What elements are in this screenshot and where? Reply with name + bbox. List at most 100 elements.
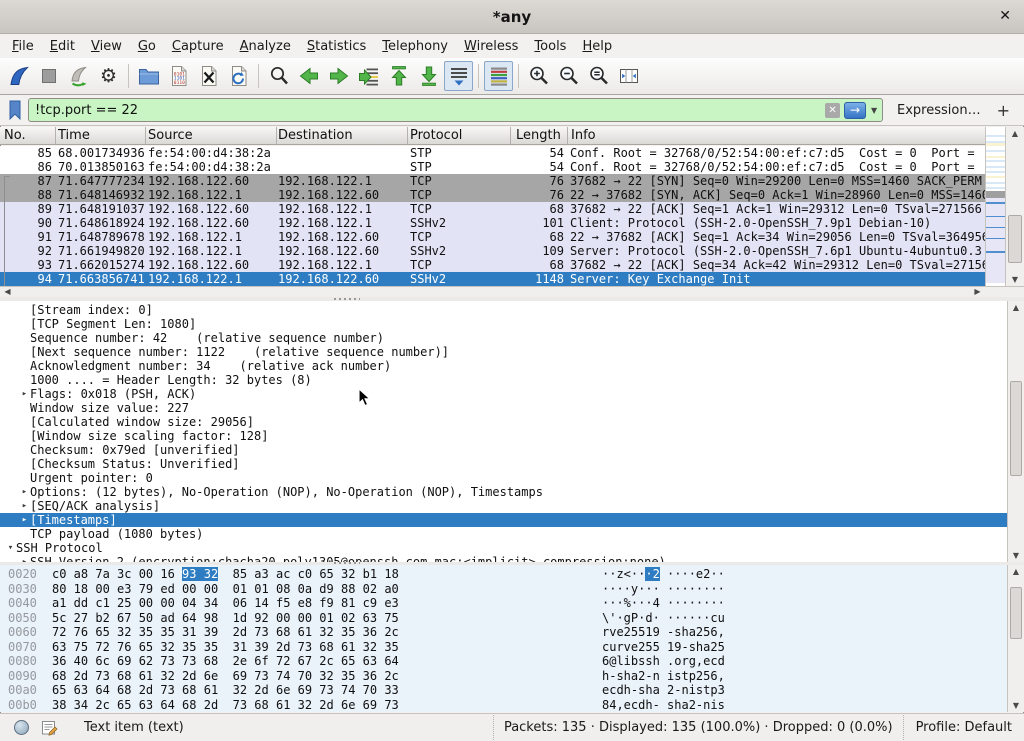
hex-bytes[interactable]: 36 40 6c 69 62 73 73 68 2e 6f 72 67 2c 6…	[52, 654, 399, 669]
menu-analyze[interactable]: Analyze	[232, 36, 299, 57]
hex-bytes[interactable]: 38 34 2c 65 63 64 68 2d 73 68 61 32 2d 6…	[52, 698, 399, 713]
add-filter-button[interactable]: +	[995, 101, 1018, 120]
title-bar[interactable]: *any ✕	[0, 0, 1024, 34]
detail-line[interactable]: ▸[Timestamps]	[0, 513, 1007, 527]
hex-ascii[interactable]: ecdh-sha 2-nistp3	[602, 683, 725, 698]
detail-line[interactable]: [TCP Segment Len: 1080]	[0, 317, 1007, 331]
go-to-packet-button[interactable]	[354, 61, 383, 91]
menu-file[interactable]: File	[4, 36, 42, 57]
capture-comment-icon[interactable]	[41, 719, 58, 736]
capture-restart-button[interactable]	[64, 61, 93, 91]
column-header-source[interactable]: Source	[148, 128, 193, 143]
hex-row-0030[interactable]: 003080 18 00 e3 79 ed 00 00 01 01 08 0a …	[0, 582, 1007, 597]
scroll-up-arrow[interactable]: ▲	[1008, 301, 1024, 314]
collapsed-triangle-icon[interactable]: ▸	[19, 499, 30, 513]
hex-row-0080[interactable]: 008036 40 6c 69 62 73 73 68 2e 6f 72 67 …	[0, 654, 1007, 669]
expert-info-icon[interactable]	[14, 720, 29, 735]
hex-ascii[interactable]: rve25519 -sha256,	[602, 625, 725, 640]
zoom-out-button[interactable]	[554, 61, 583, 91]
hex-bytes[interactable]: 5c 27 b2 67 50 ad 64 98 1d 92 00 00 01 0…	[52, 611, 399, 626]
hex-bytes[interactable]: 68 2d 73 68 61 32 2d 6e 69 73 74 70 32 3…	[52, 669, 399, 684]
scroll-down-arrow[interactable]: ▼	[1006, 273, 1024, 286]
hex-ascii[interactable]: 84,ecdh- sha2-nis	[602, 698, 725, 713]
file-open-button[interactable]	[134, 61, 163, 91]
display-filter-input[interactable]	[29, 103, 825, 118]
collapsed-triangle-icon[interactable]: ▸	[19, 513, 30, 527]
detail-line[interactable]: Urgent pointer: 0	[0, 471, 1007, 485]
scroll-down-arrow[interactable]: ▼	[1008, 549, 1024, 562]
packet-row-92[interactable]: 9271.661949820192.168.122.1192.168.122.6…	[0, 244, 985, 258]
detail-line[interactable]: Sequence number: 42 (relative sequence n…	[0, 331, 1007, 345]
hex-row-0060[interactable]: 006072 76 65 32 35 35 31 39 2d 73 68 61 …	[0, 625, 1007, 640]
scroll-left-arrow[interactable]: ◀	[1, 287, 14, 297]
hex-row-00a0[interactable]: 00a065 63 64 68 2d 73 68 61 32 2d 6e 69 …	[0, 683, 1007, 698]
hex-bytes[interactable]: a1 dd c1 25 00 00 04 34 06 14 f5 e8 f9 8…	[52, 596, 399, 611]
collapsed-triangle-icon[interactable]: ▸	[19, 555, 30, 562]
detail-line[interactable]: ▸[SEQ/ACK analysis]	[0, 499, 1007, 513]
hex-ascii[interactable]: h-sha2-n istp256,	[602, 669, 725, 684]
detail-line[interactable]: ▸Options: (12 bytes), No-Operation (NOP)…	[0, 485, 1007, 499]
packet-row-87[interactable]: 8771.647777234192.168.122.60192.168.122.…	[0, 174, 985, 188]
packet-row-89[interactable]: 8971.648191037192.168.122.60192.168.122.…	[0, 202, 985, 216]
hex-row-0070[interactable]: 007063 75 72 76 65 32 35 35 31 39 2d 73 …	[0, 640, 1007, 655]
detail-line[interactable]: TCP payload (1080 bytes)	[0, 527, 1007, 541]
hex-ascii[interactable]: ··z<···2 ····e2··	[602, 567, 725, 582]
column-header-time[interactable]: Time	[58, 128, 90, 143]
detail-line[interactable]: Window size value: 227	[0, 401, 1007, 415]
hex-row-0020[interactable]: 0020c0 a8 7a 3c 00 16 93 32 85 a3 ac c0 …	[0, 567, 1007, 582]
close-window-button[interactable]: ✕	[999, 8, 1011, 24]
menu-view[interactable]: View	[83, 36, 130, 57]
detail-line[interactable]: ▸SSH Version 2 (encryption:chacha20-poly…	[0, 555, 1007, 562]
find-packet-button[interactable]	[264, 61, 293, 91]
column-separator[interactable]	[55, 127, 56, 145]
column-separator[interactable]	[407, 127, 408, 145]
column-header-no[interactable]: No.	[4, 128, 26, 143]
detail-line[interactable]: Acknowledgment number: 34 (relative ack …	[0, 359, 1007, 373]
column-header-info[interactable]: Info	[571, 128, 596, 143]
packet-row-90[interactable]: 9071.648618924192.168.122.60192.168.122.…	[0, 216, 985, 230]
hex-bytes[interactable]: 72 76 65 32 35 35 31 39 2d 73 68 61 32 3…	[52, 625, 399, 640]
go-back-button[interactable]	[294, 61, 323, 91]
scrollbar-thumb[interactable]	[1010, 587, 1022, 639]
detail-line[interactable]: [Calculated window size: 29056]	[0, 415, 1007, 429]
detail-line[interactable]: [Checksum Status: Unverified]	[0, 457, 1007, 471]
hex-ascii[interactable]: ···%···4 ········	[602, 596, 725, 611]
menu-tools[interactable]: Tools	[526, 36, 574, 57]
detail-line[interactable]: ▸Flags: 0x018 (PSH, ACK)	[0, 387, 1007, 401]
hex-ascii[interactable]: 6@libssh .org,ecd	[602, 654, 725, 669]
filter-clear-button[interactable]: ✕	[825, 103, 840, 118]
packet-row-93[interactable]: 9371.662015274192.168.122.60192.168.122.…	[0, 258, 985, 272]
column-separator[interactable]	[510, 127, 511, 145]
capture-stop-button[interactable]	[34, 61, 63, 91]
filter-dropdown-caret[interactable]: ▼	[866, 106, 882, 115]
scroll-up-arrow[interactable]: ▲	[1008, 565, 1024, 578]
scroll-up-arrow[interactable]: ▲	[1006, 127, 1024, 140]
packet-row-85[interactable]: 8568.001734936fe:54:00:d4:38:2aSTP54Conf…	[0, 146, 985, 160]
zoom-reset-button[interactable]	[584, 61, 613, 91]
hex-bytes[interactable]: 65 63 64 68 2d 73 68 61 32 2d 6e 69 73 7…	[52, 683, 399, 698]
detail-line[interactable]: [Next sequence number: 1122 (relative se…	[0, 345, 1007, 359]
menu-go[interactable]: Go	[130, 36, 164, 57]
expression-button[interactable]: Expression…	[887, 103, 991, 118]
bytes-vscrollbar[interactable]: ▲ ▼	[1007, 565, 1024, 712]
detail-line[interactable]: [Stream index: 0]	[0, 303, 1007, 317]
packet-row-86[interactable]: 8670.013850163fe:54:00:d4:38:2aSTP54Conf…	[0, 160, 985, 174]
packet-row-94[interactable]: 9471.663856741192.168.122.1192.168.122.6…	[0, 272, 985, 286]
resize-columns-button[interactable]	[614, 61, 643, 91]
collapsed-triangle-icon[interactable]: ▸	[19, 485, 30, 499]
hex-row-00b0[interactable]: 00b038 34 2c 65 63 64 68 2d 73 68 61 32 …	[0, 698, 1007, 713]
filter-apply-button[interactable]: →	[844, 102, 866, 119]
hex-bytes[interactable]: c0 a8 7a 3c 00 16 93 32 85 a3 ac c0 65 3…	[52, 567, 399, 582]
menu-edit[interactable]: Edit	[42, 36, 83, 57]
packet-list-vscrollbar[interactable]: ▲ ▼	[1005, 127, 1024, 286]
expanded-triangle-icon[interactable]: ▾	[5, 541, 16, 555]
scroll-down-arrow[interactable]: ▼	[1008, 699, 1024, 712]
column-header-destination[interactable]: Destination	[278, 128, 353, 143]
hex-bytes[interactable]: 80 18 00 e3 79 ed 00 00 01 01 08 0a d9 8…	[52, 582, 399, 597]
hex-ascii[interactable]: \'·gP·d· ······cu	[602, 611, 725, 626]
hex-row-0040[interactable]: 0040a1 dd c1 25 00 00 04 34 06 14 f5 e8 …	[0, 596, 1007, 611]
detail-line[interactable]: 1000 .... = Header Length: 32 bytes (8)	[0, 373, 1007, 387]
go-forward-button[interactable]	[324, 61, 353, 91]
hex-bytes[interactable]: 63 75 72 76 65 32 35 35 31 39 2d 73 68 6…	[52, 640, 399, 655]
hex-ascii[interactable]: curve255 19-sha25	[602, 640, 725, 655]
